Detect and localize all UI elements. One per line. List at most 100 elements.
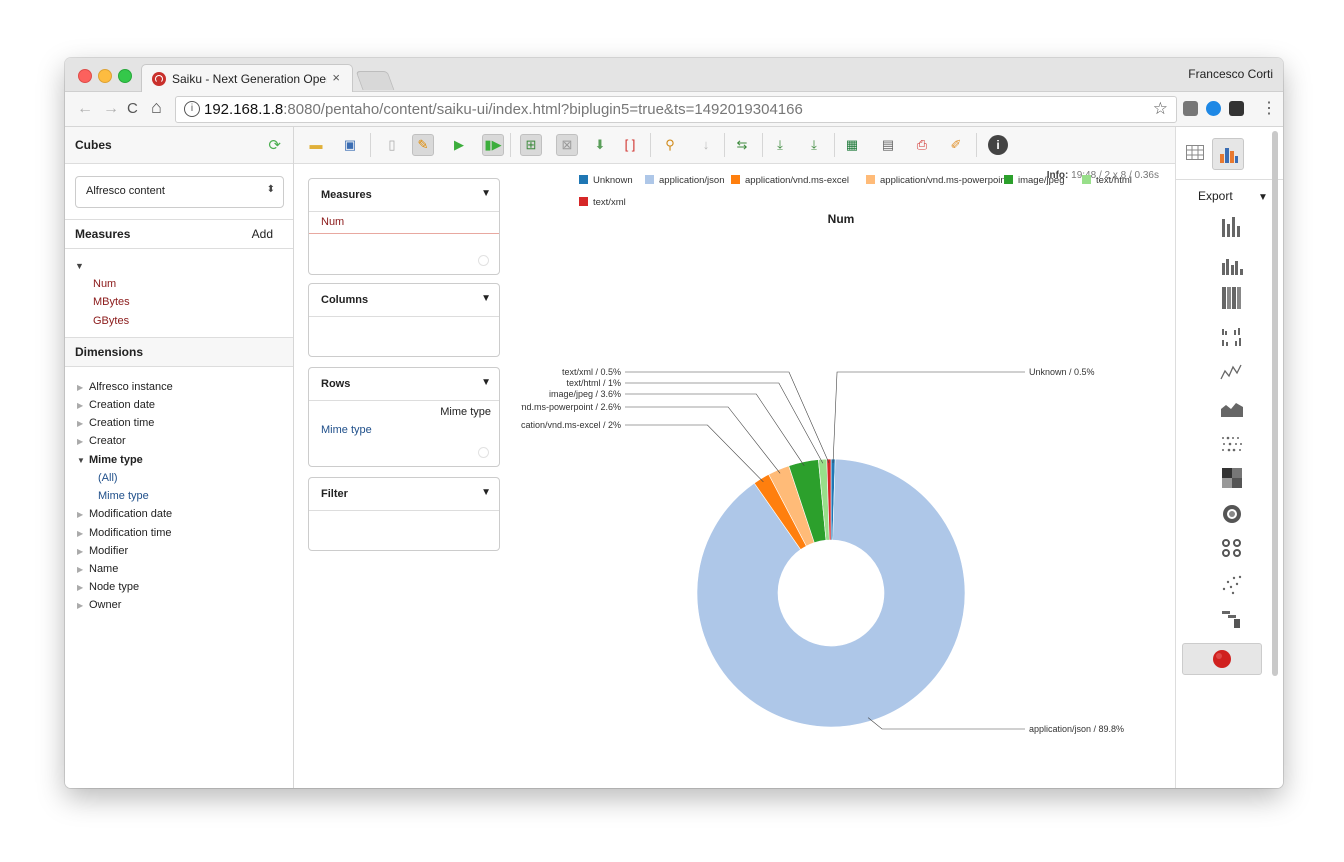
dot-chart-icon[interactable] xyxy=(1220,433,1244,455)
swap-axes-icon[interactable]: ⇆ xyxy=(732,135,752,155)
line-chart-icon[interactable] xyxy=(1220,361,1244,383)
run-query-icon[interactable]: ▶ xyxy=(449,135,469,155)
auto-run-icon[interactable]: ▮▶ xyxy=(482,134,504,156)
measures-dropzone-title: Measures xyxy=(321,189,372,201)
dimension-mime-type[interactable]: ▼ Mime type xyxy=(77,454,143,466)
export-label[interactable]: Export xyxy=(1198,189,1233,203)
rows-dropzone-item[interactable]: Mime type xyxy=(321,424,372,436)
chart-view-button[interactable] xyxy=(1212,138,1244,170)
edit-document-icon[interactable]: ✐ xyxy=(946,135,966,155)
drillthrough-icon[interactable]: ⤓ xyxy=(770,135,790,155)
columns-dropzone[interactable]: Columns ▼ xyxy=(308,283,500,357)
legend-label[interactable]: Unknown xyxy=(593,175,633,186)
mdx-brackets-icon[interactable]: [ ] xyxy=(620,135,640,155)
dimension-alfresco-instance[interactable]: ▶ Alfresco instance xyxy=(77,381,173,393)
close-window-button[interactable] xyxy=(78,69,92,83)
browser-window: Saiku - Next Generation Open × Francesco… xyxy=(65,58,1283,788)
filter-dropzone[interactable]: Filter ▼ xyxy=(308,477,500,551)
mime-level-mime-type[interactable]: Mime type xyxy=(98,490,149,502)
rows-dropzone[interactable]: Rows ▼ Mime type Mime type xyxy=(308,367,500,467)
multi-bar-chart-icon[interactable] xyxy=(1220,325,1244,347)
minimize-window-button[interactable] xyxy=(98,69,112,83)
legend-label[interactable]: text/html xyxy=(1096,175,1132,186)
export-caret-icon[interactable]: ▼ xyxy=(1258,192,1268,203)
export-pdf-icon[interactable]: ⎙ xyxy=(912,135,932,155)
scrollbar-thumb[interactable] xyxy=(1272,131,1278,676)
measures-expand-icon[interactable]: ▼ xyxy=(75,261,84,271)
home-button[interactable]: ⌂ xyxy=(151,97,162,118)
columns-dropzone-header: Columns ▼ xyxy=(309,284,499,317)
measure-item-num[interactable]: Num xyxy=(93,278,116,290)
multi-pie-chart-icon[interactable] xyxy=(1220,537,1244,559)
add-measure-button[interactable]: Add xyxy=(252,227,273,241)
dimension-creator[interactable]: ▶ Creator xyxy=(77,435,126,447)
legend-label[interactable]: image/jpeg xyxy=(1018,175,1064,186)
mime-level-all[interactable]: (All) xyxy=(98,472,118,484)
cubes-title: Cubes xyxy=(75,138,112,152)
toggle-fields-icon[interactable]: ⊞ xyxy=(520,134,542,156)
new-query-icon[interactable]: ▯ xyxy=(382,135,402,155)
zoom-magnifier-icon[interactable]: ⚲ xyxy=(660,135,680,155)
measure-item-mbytes[interactable]: MBytes xyxy=(93,296,130,308)
table-view-icon[interactable] xyxy=(1186,145,1204,160)
info-icon[interactable]: i xyxy=(184,101,200,117)
refresh-icon[interactable]: ⟳ xyxy=(268,136,281,154)
heatmap-chart-icon[interactable] xyxy=(1220,467,1244,489)
toolbar-divider xyxy=(650,133,651,157)
forward-button[interactable]: → xyxy=(103,100,119,118)
caret-down-icon[interactable]: ▼ xyxy=(481,188,491,199)
measure-item-gbytes[interactable]: GBytes xyxy=(93,315,129,327)
stacked-100-bar-chart-icon[interactable] xyxy=(1220,287,1244,309)
sunburst-chart-icon[interactable] xyxy=(1220,503,1244,525)
legend-label[interactable]: application/vnd.ms-powerpoint xyxy=(880,175,1009,186)
dimension-modification-time[interactable]: ▶ Modification time xyxy=(77,527,172,539)
caret-down-icon[interactable]: ▼ xyxy=(481,487,491,498)
browser-tab[interactable]: Saiku - Next Generation Open × xyxy=(141,64,353,92)
export-xls-icon[interactable]: ▦ xyxy=(842,135,862,155)
address-bar[interactable]: i 192.168.1.8:8080/pentaho/content/saiku… xyxy=(175,96,1177,123)
dimension-creation-time[interactable]: ▶ Creation time xyxy=(77,417,154,429)
legend-label[interactable]: application/json xyxy=(659,175,725,186)
drill-down-icon[interactable]: ↓ xyxy=(696,135,716,155)
measures-dropzone-item[interactable]: Num xyxy=(321,216,344,228)
dimension-modification-date[interactable]: ▶ Modification date xyxy=(77,508,172,520)
caret-down-icon[interactable]: ▼ xyxy=(481,377,491,388)
dimension-creation-date[interactable]: ▶ Creation date xyxy=(77,399,155,411)
dimension-name[interactable]: ▶ Name xyxy=(77,563,118,575)
extension-owl-icon[interactable] xyxy=(1229,101,1244,116)
reload-button[interactable]: C xyxy=(127,100,138,117)
export-csv-icon[interactable]: ▤ xyxy=(878,135,898,155)
edit-pencil-icon[interactable]: ✎ xyxy=(412,134,434,156)
tab-close-icon[interactable]: × xyxy=(332,70,340,85)
waterfall-chart-icon[interactable] xyxy=(1220,609,1244,631)
new-tab-button[interactable] xyxy=(355,71,395,90)
measures-dropzone[interactable]: Measures ▼ Num xyxy=(308,178,500,275)
profile-name[interactable]: Francesco Corti xyxy=(1188,67,1273,81)
scatter-chart-icon[interactable] xyxy=(1220,573,1244,595)
dimension-modifier[interactable]: ▶ Modifier xyxy=(77,545,128,557)
extension-circle-icon[interactable] xyxy=(1206,101,1221,116)
cube-select[interactable]: Alfresco content ⬍ xyxy=(75,176,284,208)
caret-down-icon[interactable]: ▼ xyxy=(481,293,491,304)
non-empty-icon[interactable]: ⬇ xyxy=(590,135,610,155)
hide-parents-icon[interactable]: ⊠ xyxy=(556,134,578,156)
extension-icon[interactable] xyxy=(1183,101,1198,116)
zoom-window-button[interactable] xyxy=(118,69,132,83)
open-folder-icon[interactable]: ▬ xyxy=(306,135,326,155)
drillthrough-export-icon[interactable]: ⤓ xyxy=(804,135,824,155)
save-icon[interactable]: ▣ xyxy=(340,135,360,155)
tab-title: Saiku - Next Generation Open xyxy=(172,72,327,86)
pie-chart-button[interactable] xyxy=(1182,643,1262,675)
browser-menu-icon[interactable]: ⋮ xyxy=(1261,98,1277,118)
back-button[interactable]: ← xyxy=(77,100,93,118)
dimension-node-type[interactable]: ▶ Node type xyxy=(77,581,139,593)
legend-swatch xyxy=(579,197,588,206)
bar-chart-icon[interactable] xyxy=(1220,253,1244,275)
about-info-icon[interactable]: i xyxy=(988,135,1008,155)
area-chart-icon[interactable] xyxy=(1220,397,1244,419)
legend-label[interactable]: text/xml xyxy=(593,197,626,208)
bookmark-star-icon[interactable]: ☆ xyxy=(1153,99,1168,119)
dimension-owner[interactable]: ▶ Owner xyxy=(77,599,121,611)
legend-label[interactable]: application/vnd.ms-excel xyxy=(745,175,849,186)
stacked-bar-chart-icon[interactable] xyxy=(1220,215,1244,237)
